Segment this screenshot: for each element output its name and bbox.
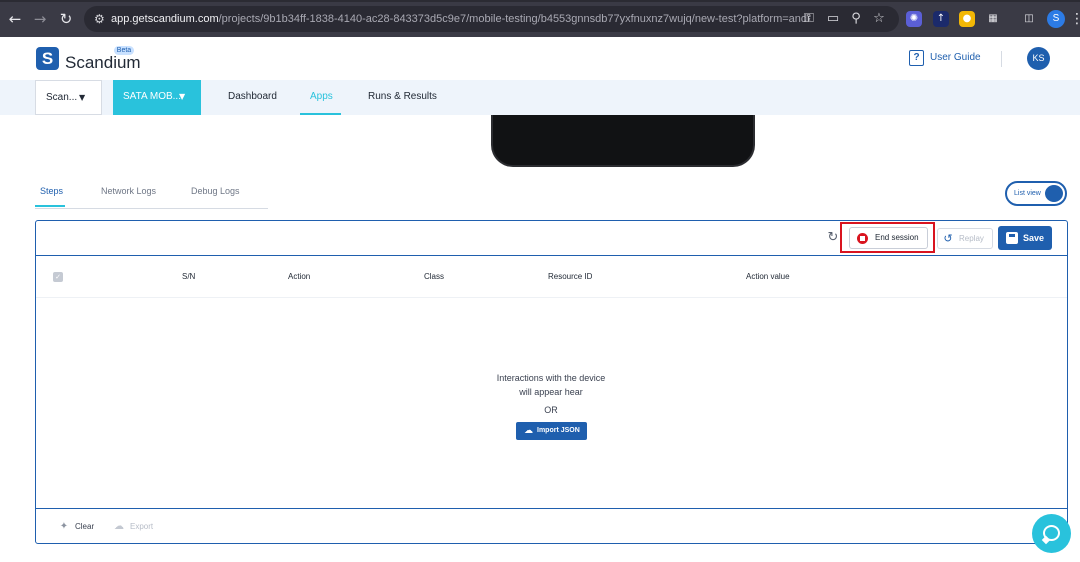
replay-button[interactable]: ↺ Replay [937,228,993,249]
header-divider [1001,51,1002,67]
user-guide-link[interactable]: User Guide [930,52,981,64]
steps-panel: ↻ End session ↺ Replay Save ✓ S/N Action… [35,220,1068,544]
footer-divider [36,508,1067,509]
import-json-button[interactable]: ☁ Import JSON [516,422,587,440]
column-resource-id: Resource ID [548,272,593,281]
tabs-baseline [35,208,268,209]
extension-gear-icon[interactable]: ✺ [906,11,922,27]
column-sn: S/N [182,272,196,281]
replay-label: Replay [959,234,984,243]
side-panel-icon[interactable]: ◫ [1021,11,1037,27]
export-button[interactable]: Export [130,522,153,532]
cloud-upload-icon: ☁ [524,426,533,436]
password-key-icon[interactable]: ⚿ [801,11,817,27]
stop-icon [857,233,868,244]
save-button[interactable]: Save [998,226,1052,250]
extension-upload-icon[interactable]: ↑ [933,11,949,27]
back-icon[interactable]: ← [6,10,24,28]
browser-profile-avatar[interactable]: S [1047,10,1065,28]
nav-apps[interactable]: Apps [310,91,333,103]
beta-badge: Beta [114,46,134,55]
list-view-label: List view [1014,190,1041,197]
workspace-select[interactable]: Scan... ▼ [35,80,102,115]
browser-toolbar: ← → ↻ ⚙ app.getscandium.com/projects/9b1… [0,0,1080,37]
nav-dashboard[interactable]: Dashboard [228,91,277,103]
import-json-label: Import JSON [537,427,580,434]
project-select[interactable]: SATA MOB... ▼ [113,80,201,115]
browser-menu-icon[interactable]: ⋮ [1070,9,1080,29]
chat-widget-button[interactable] [1032,514,1071,553]
broom-icon[interactable]: ✦ [58,521,70,533]
scandium-logo-icon[interactable]: S [36,47,59,70]
tab-strip-edge [0,0,1080,2]
cloud-export-icon[interactable]: ☁ [113,521,125,533]
refresh-icon[interactable]: ↻ [826,231,840,245]
column-action: Action [288,272,311,281]
url-text[interactable]: app.getscandium.com/projects/9b1b34ff-18… [111,12,811,26]
project-select-label: SATA MOB... [123,91,181,102]
toolbar-divider [36,255,1067,256]
save-icon [1006,232,1018,244]
table-header-divider [36,297,1067,298]
list-view-toggle[interactable]: List view [1005,181,1067,206]
nav-runs-results[interactable]: Runs & Results [368,91,437,103]
app-header: S Scandium Beta ? User Guide KS [0,37,1080,80]
help-icon[interactable]: ? [909,50,924,66]
column-action-value: Action value [746,272,790,281]
forward-icon[interactable]: → [31,10,49,28]
main-navbar: Scan... ▼ SATA MOB... ▼ Dashboard Apps R… [0,80,1080,115]
url-host: app.getscandium.com [111,13,219,25]
empty-state-line-1: Interactions with the device [496,373,606,383]
save-label: Save [1023,233,1045,243]
url-path: /projects/9b1b34ff-1838-4140-ac28-843373… [218,13,811,25]
tab-debug-logs[interactable]: Debug Logs [191,186,240,197]
workspace-select-label: Scan... [46,92,78,103]
toggle-knob [1045,185,1063,202]
empty-state-or: OR [544,405,558,415]
end-session-button[interactable]: End session [849,227,928,249]
caret-down-icon: ▼ [179,92,186,101]
active-nav-indicator [300,113,341,115]
device-preview[interactable] [491,115,755,167]
bookmark-star-icon[interactable]: ☆ [871,11,887,27]
user-avatar[interactable]: KS [1027,47,1050,70]
extensions-puzzle-icon[interactable]: ▦ [985,11,1001,27]
tab-network-logs[interactable]: Network Logs [101,186,156,197]
logo-text[interactable]: Scandium [65,53,141,73]
column-class: Class [424,272,445,281]
select-all-checkbox[interactable]: ✓ [53,272,63,282]
site-info-icon[interactable]: ⚙ [94,12,108,26]
replay-icon: ↺ [943,232,953,245]
caret-down-icon: ▼ [79,93,86,102]
cast-icon[interactable]: ▭ [825,11,841,27]
extension-badge-icon[interactable]: ● [959,11,975,27]
clear-button[interactable]: Clear [75,522,94,532]
reload-icon[interactable]: ↻ [57,10,75,28]
end-session-label: End session [875,233,919,242]
empty-state-line-2: will appear hear [519,387,583,397]
active-tab-indicator [35,205,65,207]
address-bar[interactable]: ⚙ app.getscandium.com/projects/9b1b34ff-… [84,6,899,32]
zoom-icon[interactable]: ⚲ [848,11,864,27]
tab-steps[interactable]: Steps [40,186,63,197]
